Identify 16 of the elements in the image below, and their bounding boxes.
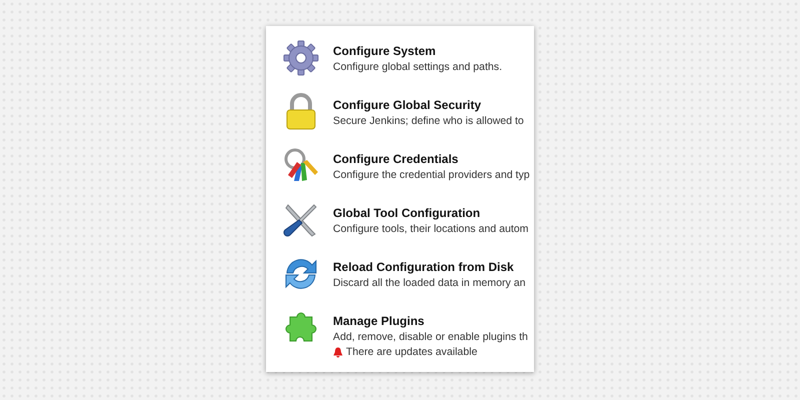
- item-description: Discard all the loaded data in memory an: [333, 276, 526, 291]
- item-description: Configure tools, their locations and autom: [333, 222, 529, 237]
- gear-icon: [282, 39, 320, 77]
- update-notice: There are updates available: [346, 345, 478, 360]
- item-title-link[interactable]: Configure Global Security: [333, 97, 482, 113]
- item-title-link[interactable]: Reload Configuration from Disk: [333, 259, 514, 275]
- item-description: Add, remove, disable or enable plugins th: [333, 330, 528, 345]
- item-title-link[interactable]: Global Tool Configuration: [333, 205, 480, 221]
- item-title-link[interactable]: Configure System: [333, 43, 436, 59]
- bell-icon: [333, 347, 343, 358]
- padlock-icon: [284, 93, 318, 131]
- item-title-link[interactable]: Configure Credentials: [333, 151, 458, 167]
- item-description: Secure Jenkins; define who is allowed to: [333, 114, 524, 129]
- item-description: Configure the credential providers and typ: [333, 168, 530, 183]
- item-description: Configure global settings and paths.: [333, 60, 502, 75]
- item-title-link[interactable]: Manage Plugins: [333, 313, 424, 329]
